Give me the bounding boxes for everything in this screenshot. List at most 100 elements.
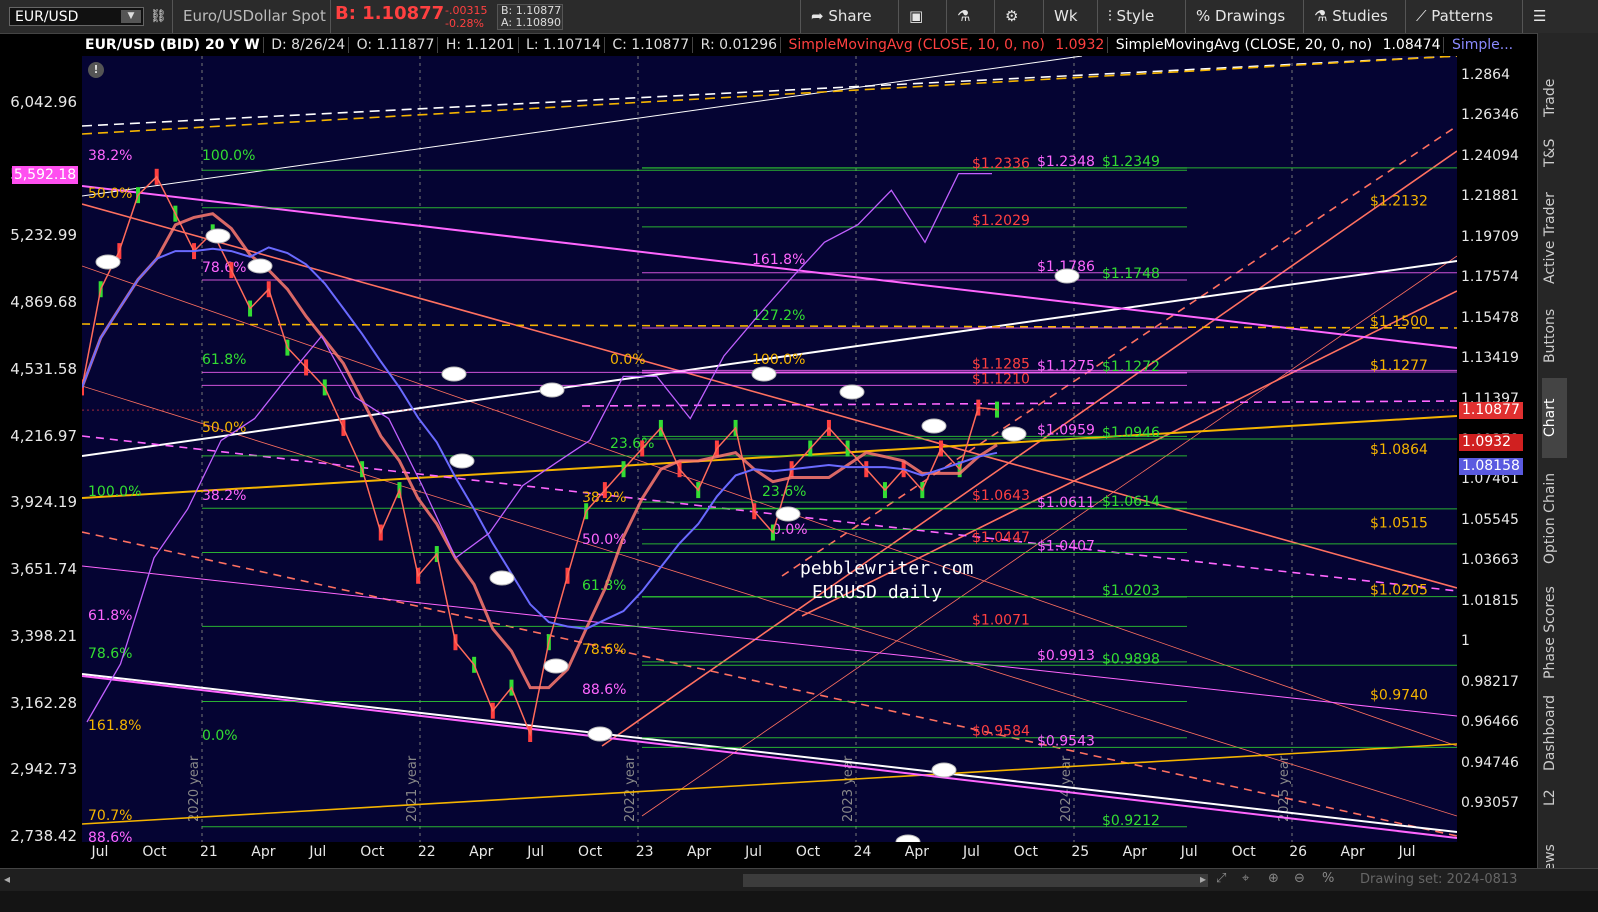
- settings-panel-icon: ▣: [909, 7, 924, 25]
- chevron-down-icon[interactable]: ▼: [121, 10, 141, 23]
- right-axis-tick: 1.03663: [1461, 552, 1519, 569]
- price-level-label: $0.9584: [972, 724, 1030, 740]
- price-level-label: $1.0611: [1037, 495, 1095, 511]
- fib-label: 0.0%: [202, 728, 238, 744]
- price-level-label: $1.2132: [1370, 194, 1428, 210]
- studies-flask-button[interactable]: ⚗: [946, 0, 970, 33]
- legend-more: Simple...: [1451, 37, 1514, 53]
- side-tab-option-chain[interactable]: Option Chain: [1542, 463, 1567, 573]
- symbol-selector[interactable]: EUR/USD ▼: [9, 7, 144, 26]
- fib-label: 50.0%: [88, 186, 132, 202]
- trendline: [581, 400, 1457, 407]
- side-tab-dashboard[interactable]: Dashboard: [1542, 693, 1567, 773]
- time-axis-tick: Apr: [1340, 844, 1365, 860]
- chart-scrollbar[interactable]: ◂ ▸ ⤢ ⌖ ⊕ ⊖ % Drawing set: 2024-0813: [0, 868, 1598, 892]
- trendline: [641, 255, 1457, 817]
- price-level-label: $1.2348: [1037, 154, 1095, 170]
- patterns-button[interactable]: ⟋ Patterns: [1405, 0, 1493, 33]
- fib-label: 100.0%: [752, 352, 805, 368]
- side-tab-phase-scores[interactable]: Phase Scores: [1542, 578, 1567, 688]
- ask-small: A: 1.10890: [501, 16, 562, 29]
- time-axis-tick: Oct: [578, 844, 603, 860]
- side-tab-active-trader[interactable]: Active Trader: [1542, 183, 1567, 293]
- share-label: Share: [828, 7, 872, 25]
- price-level-label: $1.0203: [1102, 583, 1160, 599]
- time-axis-tick: Jul: [1398, 844, 1416, 860]
- price-level-label: $1.0407: [1037, 539, 1095, 555]
- bid-price: B: 1.10877: [335, 3, 445, 24]
- right-axis-tick: 0.96466: [1461, 714, 1519, 731]
- right-axis-tick: 1.05545: [1461, 511, 1519, 528]
- flask-icon: ⚗: [1314, 7, 1328, 25]
- time-axis-tick: Jul: [745, 844, 762, 860]
- style-button[interactable]: ⫶ Style: [1097, 0, 1154, 33]
- trendline: [82, 435, 1457, 592]
- side-tab-chart[interactable]: Chart: [1542, 378, 1567, 458]
- right-axis-tick: 0.98217: [1461, 673, 1519, 690]
- timeframe-label: Wk: [1054, 7, 1078, 25]
- marker-ellipse: [751, 366, 777, 382]
- marker-ellipse: [895, 834, 921, 842]
- studies-button[interactable]: ⚗ Studies: [1303, 0, 1388, 33]
- side-tab-buttons[interactable]: Buttons: [1542, 298, 1567, 373]
- chart-legend: EUR/USD (BID) 20 Y W D: 8/26/24 O: 1.118…: [82, 34, 1517, 56]
- footer-bar: [0, 891, 1598, 912]
- price-box: 1.08158: [1459, 457, 1523, 475]
- scroll-right-icon[interactable]: ▸: [1200, 872, 1206, 886]
- time-axis-tick: Oct: [142, 844, 167, 860]
- fib-label: 127.2%: [752, 308, 805, 324]
- drawings-button[interactable]: % Drawings: [1185, 0, 1285, 33]
- price-level-label: $0.9543: [1037, 733, 1095, 749]
- zoom-in-icon[interactable]: ⊕: [1268, 871, 1279, 886]
- crosshair-icon[interactable]: ⌖: [1242, 871, 1249, 886]
- chart-plot-area[interactable]: 2020 year 2021 year 2022 year 2023 year 2024…: [82, 56, 1457, 842]
- gear-button[interactable]: ⚙: [994, 0, 1018, 33]
- price-level-label: $1.2336: [972, 156, 1030, 172]
- right-axis-tick: 1.13419: [1461, 350, 1519, 367]
- time-axis-tick: 24: [853, 844, 872, 860]
- share-button[interactable]: ➦ Share: [800, 0, 872, 33]
- fib-label: 38.2%: [202, 488, 246, 504]
- right-axis-tick: 1.17574: [1461, 269, 1519, 286]
- price-level-label: $1.0071: [972, 612, 1030, 628]
- left-axis-tick: 2,738.42: [10, 827, 77, 845]
- side-tab-t-s[interactable]: T&S: [1542, 133, 1567, 173]
- fib-label: 88.6%: [88, 830, 132, 842]
- time-axis-tick: 23: [635, 844, 654, 860]
- share-icon: ➦: [811, 7, 824, 25]
- info-icon[interactable]: !: [88, 62, 104, 78]
- legend-sma20-value: 1.08474: [1379, 37, 1445, 53]
- symbol-label: EUR/USD: [15, 9, 79, 25]
- trendline: [601, 150, 1457, 747]
- scroll-left-icon[interactable]: ◂: [4, 872, 10, 886]
- percent-scale-icon[interactable]: %: [1322, 871, 1334, 886]
- timeframe-button[interactable]: Wk: [1043, 0, 1078, 33]
- marker-ellipse: [95, 254, 121, 270]
- year-marker-label: 2021 year: [405, 755, 420, 822]
- scroll-thumb[interactable]: [743, 874, 1208, 887]
- price-level-label: $1.0614: [1102, 494, 1160, 510]
- fib-label: 23.6%: [610, 436, 654, 452]
- fib-label: 161.8%: [752, 252, 805, 268]
- price-level-label: $1.1275: [1037, 358, 1095, 374]
- time-axis-tick: 21: [200, 844, 218, 860]
- side-tab-l2[interactable]: L2: [1542, 778, 1567, 818]
- marker-ellipse: [441, 366, 467, 382]
- chart-settings-button[interactable]: ▣: [898, 0, 923, 33]
- legend-high: H: 1.1201: [442, 37, 519, 53]
- price-level-label: $1.1748: [1102, 266, 1160, 282]
- divider: [330, 0, 331, 33]
- price-level-label: $1.0515: [1370, 515, 1428, 531]
- time-axis-tick: Apr: [686, 844, 712, 860]
- price-level-label: $1.0205: [1370, 583, 1428, 599]
- menu-button[interactable]: ☰: [1522, 0, 1546, 33]
- price-level-label: $1.0959: [1037, 422, 1095, 438]
- expand-icon[interactable]: ⤢: [1216, 871, 1226, 886]
- change-value: -.00315: [445, 4, 488, 17]
- zoom-out-icon[interactable]: ⊖: [1294, 871, 1305, 886]
- side-tab-trade[interactable]: Trade: [1542, 73, 1567, 123]
- trendline: [82, 675, 1457, 839]
- link-icon[interactable]: ⛓: [150, 0, 167, 33]
- marker-ellipse: [205, 228, 231, 244]
- price-level-label: $1.0946: [1102, 425, 1160, 441]
